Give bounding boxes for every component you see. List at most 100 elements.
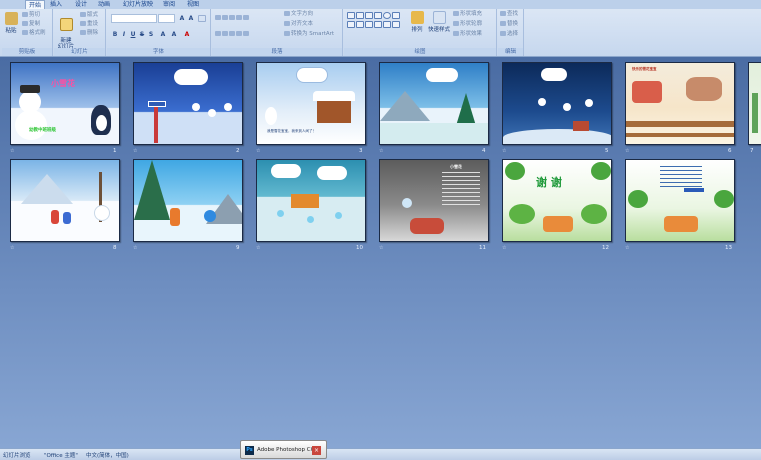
slides-group: 新建 幻灯片 版式 重设 删除 幻灯片 [54, 9, 106, 56]
arrow-shape-icon[interactable] [374, 12, 382, 19]
paste-icon [4, 12, 18, 25]
shape-effects-button[interactable]: 形状效果 [453, 31, 482, 38]
slide-sorter-area: 小雪花 幼教中班班级 ☆ 1 ☆ 2 我是雪花宝宝，我来到人间了！ ☆ 3 ☆ … [0, 57, 761, 448]
shape-outline-button[interactable]: 形状轮廓 [453, 21, 482, 28]
bullets-button[interactable] [215, 15, 250, 22]
clipboard-group-label: 剪贴板 [2, 48, 52, 56]
view-mode-label: 幻灯片浏览 [3, 453, 31, 459]
slide-11-number: 11 [479, 245, 486, 251]
underline-icon[interactable]: U [129, 31, 137, 38]
align-buttons[interactable] [215, 31, 250, 38]
cloud-shape [297, 68, 327, 82]
delete-button[interactable]: 删除 [80, 30, 98, 37]
shape-fill-button[interactable]: 形状填充 [453, 11, 482, 18]
italic-icon[interactable]: I [120, 31, 128, 38]
find-button[interactable]: 查找 [500, 11, 518, 18]
language-label[interactable]: 中文(简体，中国) [86, 451, 129, 459]
tab-slideshow[interactable]: 幻灯片放映 [120, 0, 156, 9]
oval-shape-icon[interactable] [383, 12, 391, 19]
shadow-icon[interactable]: S [147, 31, 155, 38]
link-highlight [684, 188, 704, 192]
smartart-button[interactable]: 转换为 SmartArt [284, 31, 334, 38]
slide-thumbnail-11[interactable]: 小雪花 [379, 159, 489, 242]
justify-icon [236, 31, 242, 36]
shrink-font-icon[interactable]: A [187, 15, 195, 22]
slide-10-transition-icon: ☆ [256, 245, 261, 251]
rectangle-shape-icon[interactable] [347, 12, 355, 19]
square-shape-icon[interactable] [392, 12, 400, 19]
textbox-shape-icon[interactable] [356, 12, 364, 19]
format-painter-button[interactable]: 格式刷 [22, 30, 46, 37]
children-shape [410, 218, 444, 234]
bold-icon[interactable]: B [111, 31, 119, 38]
text-direction-button[interactable]: 文字方向 [284, 11, 313, 18]
arrow-right-shape-icon[interactable] [356, 21, 364, 28]
snowflake-shape [585, 99, 593, 107]
slide-thumbnail-6[interactable]: 快乐的雪花宝宝 [625, 62, 735, 145]
tree-shape [509, 204, 535, 224]
align-text-button[interactable]: 对齐文本 [284, 21, 313, 28]
tab-review[interactable]: 审阅 [160, 0, 178, 9]
penguin-belly-shape [96, 115, 107, 131]
slide-thumbnail-12[interactable]: 谢 谢 [502, 159, 612, 242]
grow-font-icon[interactable]: A [178, 15, 186, 22]
slide-thumbnail-1[interactable]: 小雪花 幼教中班班级 [10, 62, 120, 145]
slide-thumbnail-7[interactable] [748, 62, 761, 145]
star-shape-icon[interactable] [374, 21, 382, 28]
slide-3-transition-icon: ☆ [256, 148, 261, 154]
layout-button[interactable]: 版式 [80, 12, 98, 19]
replace-button[interactable]: 替换 [500, 21, 518, 28]
font-size-select[interactable] [158, 14, 175, 23]
tab-animation[interactable]: 动画 [95, 0, 113, 9]
font-color-icon[interactable]: A [183, 31, 191, 38]
slide-thumbnail-2[interactable] [133, 62, 243, 145]
tab-home[interactable]: 开始 [25, 0, 46, 9]
slide-thumbnail-4[interactable] [379, 62, 489, 145]
copy-icon [22, 21, 28, 26]
slide-11-title: 小雪花 [450, 164, 462, 169]
taskbar-photoshop-button[interactable]: Ps Adobe Photoshop CC × [240, 440, 327, 459]
slide-thumbnail-9[interactable] [133, 159, 243, 242]
new-slide-button[interactable]: 新建 幻灯片 [57, 12, 75, 50]
slide-11-transition-icon: ☆ [379, 245, 384, 251]
slide-thumbnail-5[interactable] [502, 62, 612, 145]
change-case-icon[interactable]: A [170, 31, 178, 38]
mountain-shape [380, 91, 430, 121]
outdent-icon [236, 15, 242, 20]
clear-format-icon[interactable] [198, 15, 206, 22]
tab-view[interactable]: 视图 [184, 0, 202, 9]
line-shape-icon[interactable] [365, 12, 373, 19]
brush-icon [22, 30, 28, 35]
editing-group-label: 编辑 [498, 48, 523, 56]
brace-shape-icon[interactable] [365, 21, 373, 28]
indent-icon [229, 15, 235, 20]
slide-5-number: 5 [605, 148, 609, 154]
slide-thumbnail-13[interactable] [625, 159, 735, 242]
editing-group: 查找 替换 选择 编辑 [498, 9, 524, 56]
arrange-button[interactable]: 排列 [408, 11, 426, 33]
callout-shape-icon[interactable] [383, 21, 391, 28]
quick-styles-icon [432, 11, 446, 24]
char-spacing-icon[interactable]: A [159, 31, 167, 38]
more-shapes-icon[interactable] [392, 21, 400, 28]
cut-button[interactable]: 剪切 [22, 12, 40, 19]
slide-thumbnail-8[interactable] [10, 159, 120, 242]
outline-icon [453, 21, 459, 26]
close-icon[interactable]: × [312, 446, 321, 455]
select-button[interactable]: 选择 [500, 31, 518, 38]
reset-button[interactable]: 重设 [80, 21, 98, 28]
slide-thumbnail-10[interactable] [256, 159, 366, 242]
cloud-shape [426, 68, 458, 82]
font-family-select[interactable] [111, 14, 157, 23]
paragraph-group-label: 段落 [212, 48, 342, 56]
triangle-shape-icon[interactable] [347, 21, 355, 28]
binoculars-icon [500, 11, 506, 16]
tab-insert[interactable]: 插入 [47, 0, 65, 9]
strikethrough-icon[interactable]: S [138, 31, 146, 38]
theme-label: "Office 主题" [44, 453, 78, 459]
slide-thumbnail-3[interactable]: 我是雪花宝宝，我来到人间了！ [256, 62, 366, 145]
paste-button[interactable]: 粘贴 [4, 12, 18, 34]
tab-design[interactable]: 设计 [72, 0, 90, 9]
copy-button[interactable]: 复制 [22, 21, 40, 28]
quick-styles-button[interactable]: 快速样式 [428, 11, 450, 33]
